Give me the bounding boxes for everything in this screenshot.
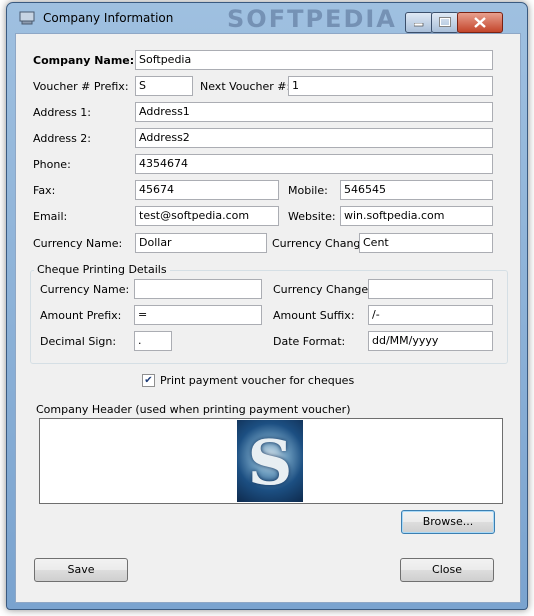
cheque-printing-title: Cheque Printing Details xyxy=(34,263,170,276)
next-voucher-label: Next Voucher #: xyxy=(200,80,291,93)
amount-prefix-label: Amount Prefix: xyxy=(40,309,122,322)
voucher-prefix-field[interactable]: S xyxy=(135,76,193,96)
currency-name-label: Currency Name: xyxy=(33,237,123,250)
close-button[interactable]: Close xyxy=(400,558,494,582)
email-label: Email: xyxy=(33,210,68,223)
next-voucher-field[interactable]: 1 xyxy=(288,76,493,96)
address1-label: Address 1: xyxy=(33,106,92,119)
company-name-field[interactable]: Softpedia xyxy=(135,50,493,70)
minimize-button[interactable] xyxy=(405,12,433,33)
maximize-icon xyxy=(439,17,451,27)
email-field[interactable]: test@softpedia.com xyxy=(135,206,279,226)
phone-label: Phone: xyxy=(33,158,71,171)
window-title: Company Information xyxy=(43,11,174,25)
company-header-image-box: S xyxy=(39,418,503,504)
address2-field[interactable]: Address2 xyxy=(135,128,493,148)
decimal-sign-field[interactable]: . xyxy=(134,331,172,351)
company-name-label: Company Name: xyxy=(33,54,135,67)
app-icon xyxy=(19,11,35,25)
mobile-label: Mobile: xyxy=(288,184,328,197)
voucher-prefix-label: Voucher # Prefix: xyxy=(33,80,129,93)
form-client-area: Company Name: Softpedia Voucher # Prefix… xyxy=(15,33,521,603)
currency-change-label: Currency Change: xyxy=(272,237,371,250)
date-format-label: Date Format: xyxy=(273,335,346,348)
mobile-field[interactable]: 546545 xyxy=(340,180,493,200)
amount-suffix-field[interactable]: /- xyxy=(368,305,493,325)
currency-change-field[interactable]: Cent xyxy=(359,233,493,253)
print-voucher-checkbox[interactable]: ✔ xyxy=(142,374,155,387)
cheque-currency-name-label: Currency Name: xyxy=(40,283,130,296)
currency-name-field[interactable]: Dollar xyxy=(135,233,267,253)
checkmark-icon: ✔ xyxy=(144,375,153,386)
amount-prefix-field[interactable]: = xyxy=(134,305,262,325)
minimize-icon xyxy=(414,23,424,27)
fax-field[interactable]: 45674 xyxy=(135,180,279,200)
cheque-currency-name-field[interactable] xyxy=(134,279,262,299)
cheque-currency-change-label: Currency Change: xyxy=(273,283,372,296)
cheque-currency-change-field[interactable] xyxy=(368,279,493,299)
logo-letter: S xyxy=(247,426,293,499)
save-button[interactable]: Save xyxy=(34,558,128,582)
print-voucher-label[interactable]: Print payment voucher for cheques xyxy=(160,374,354,387)
website-field[interactable]: win.softpedia.com xyxy=(340,206,493,226)
company-information-window: Company Information SOFTPEDIA Company Na… xyxy=(6,2,528,610)
decimal-sign-label: Decimal Sign: xyxy=(40,335,117,348)
title-bar[interactable]: Company Information SOFTPEDIA xyxy=(7,3,527,33)
close-window-button[interactable] xyxy=(457,12,503,33)
maximize-button[interactable] xyxy=(431,12,459,33)
close-icon xyxy=(474,17,486,28)
date-format-field[interactable]: dd/MM/yyyy xyxy=(368,331,493,351)
browse-button[interactable]: Browse... xyxy=(401,510,495,534)
fax-label: Fax: xyxy=(33,184,56,197)
address1-field[interactable]: Address1 xyxy=(135,102,493,122)
softpedia-watermark: SOFTPEDIA xyxy=(227,5,397,33)
phone-field[interactable]: 4354674 xyxy=(135,154,493,174)
address2-label: Address 2: xyxy=(33,132,92,145)
softpedia-logo-image: S xyxy=(237,420,303,502)
amount-suffix-label: Amount Suffix: xyxy=(273,309,355,322)
company-header-label: Company Header (used when printing payme… xyxy=(36,403,351,416)
website-label: Website: xyxy=(288,210,336,223)
